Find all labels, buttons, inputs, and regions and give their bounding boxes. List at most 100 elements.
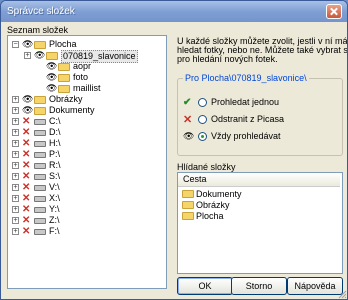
- tree-row[interactable]: + 👁 Dokumenty: [8, 105, 164, 116]
- radio-scan-once[interactable]: [198, 98, 207, 107]
- expand-icon[interactable]: +: [12, 228, 19, 235]
- x-icon: ✕: [22, 226, 31, 237]
- option-scan-once-label: Prohledat jednou: [211, 97, 280, 107]
- tree-row[interactable]: + ✕ R:\: [8, 160, 164, 171]
- expand-icon[interactable]: +: [12, 140, 19, 147]
- tree-row[interactable]: + ✕ Z:\: [8, 215, 164, 226]
- path-column-header[interactable]: Cesta: [178, 173, 340, 187]
- x-icon: ✕: [22, 182, 31, 193]
- radio-remove[interactable]: [198, 115, 207, 124]
- tree-item-label: Dokumenty: [49, 105, 95, 115]
- tree-row[interactable]: + 👁 Obrázky: [8, 94, 164, 105]
- x-icon: ✕: [22, 138, 31, 149]
- drive-icon: [34, 185, 46, 191]
- close-button[interactable]: [326, 4, 342, 19]
- collapse-icon[interactable]: −: [12, 41, 19, 48]
- tree-item-label: Y:\: [49, 204, 60, 214]
- expand-icon[interactable]: +: [12, 129, 19, 136]
- list-item[interactable]: Plocha: [182, 211, 332, 222]
- expand-icon[interactable]: +: [12, 107, 19, 114]
- expand-icon[interactable]: +: [12, 206, 19, 213]
- tree-row[interactable]: 👁 aopr: [8, 61, 164, 72]
- list-item-label: Plocha: [196, 211, 224, 221]
- eye-icon: 👁: [46, 61, 58, 71]
- window-title: Správce složek: [7, 6, 75, 17]
- expand-icon[interactable]: +: [12, 162, 19, 169]
- checkmark-icon: ✔: [183, 97, 192, 108]
- tree-item-label: C:\: [49, 116, 61, 126]
- tree-item-label: H:\: [49, 138, 61, 148]
- tree-item-label: D:\: [49, 127, 61, 137]
- expand-icon[interactable]: +: [12, 118, 19, 125]
- watched-folders-list[interactable]: Cesta Dokumenty Obrázky Plocha: [177, 172, 343, 274]
- folder-icon: [182, 201, 194, 209]
- x-icon: ✕: [22, 171, 31, 182]
- expand-icon[interactable]: +: [24, 52, 31, 59]
- expand-icon[interactable]: +: [12, 184, 19, 191]
- x-icon: ✕: [22, 160, 31, 171]
- tree-item-label: Z:\: [49, 215, 60, 225]
- list-item-label: Dokumenty: [196, 189, 242, 199]
- x-icon: ✕: [183, 114, 193, 126]
- help-button[interactable]: Nápověda: [287, 277, 343, 295]
- list-item[interactable]: Dokumenty: [182, 189, 332, 200]
- drive-icon: [34, 207, 46, 213]
- folder-icon: [182, 190, 194, 198]
- drive-icon: [34, 174, 46, 180]
- tree-row[interactable]: 👁 maillist: [8, 83, 164, 94]
- cancel-button[interactable]: Storno: [231, 277, 287, 295]
- eye-icon: 👁: [34, 50, 46, 60]
- tree-row[interactable]: − 👁 Plocha: [8, 39, 164, 50]
- tree-item-label: P:\: [49, 149, 61, 159]
- tree-row[interactable]: + 👁 070819_slavonice: [8, 50, 164, 63]
- tree-row[interactable]: + ✕ X:\: [8, 193, 164, 204]
- eye-icon: 👁: [46, 72, 58, 82]
- expand-icon[interactable]: +: [12, 217, 19, 224]
- x-icon: ✕: [22, 215, 31, 226]
- tree-item-label: Obrázky: [49, 94, 83, 104]
- expand-icon[interactable]: +: [12, 96, 19, 103]
- folder-icon: [58, 74, 70, 82]
- x-icon: ✕: [22, 116, 31, 127]
- list-item[interactable]: Obrázky: [182, 200, 332, 211]
- option-always-scan[interactable]: 👁 Vždy prohledávat: [183, 131, 333, 143]
- eye-icon: 👁: [22, 105, 34, 115]
- tree-row[interactable]: + ✕ P:\: [8, 149, 164, 160]
- drive-icon: [34, 163, 46, 169]
- folder-tree[interactable]: − 👁 Plocha + 👁 070819_slavonice 👁 aopr 👁 foto 👁 mai…: [7, 35, 167, 289]
- tree-row[interactable]: + ✕ F:\: [8, 226, 164, 237]
- expand-icon[interactable]: +: [12, 195, 19, 202]
- watched-folders-label: Hlídané složky: [177, 162, 236, 172]
- ok-button[interactable]: OK: [177, 277, 233, 295]
- tree-item-label: S:\: [49, 171, 61, 181]
- title-bar: Správce složek: [1, 1, 347, 22]
- eye-icon: 👁: [183, 131, 195, 141]
- tree-row[interactable]: + ✕ V:\: [8, 182, 164, 193]
- x-icon: ✕: [22, 127, 31, 138]
- folder-icon: [34, 41, 46, 49]
- tree-row[interactable]: + ✕ C:\: [8, 116, 164, 127]
- expand-icon[interactable]: +: [12, 173, 19, 180]
- tree-row[interactable]: + ✕ Y:\: [8, 204, 164, 215]
- tree-item-label: maillist: [73, 83, 101, 93]
- path-column-label: Cesta: [183, 174, 207, 184]
- option-remove[interactable]: ✕ Odstranit z Picasa: [183, 114, 333, 126]
- x-icon: ✕: [22, 193, 31, 204]
- drive-icon: [34, 218, 46, 224]
- drive-icon: [34, 152, 46, 158]
- eye-icon: 👁: [46, 83, 58, 93]
- folder-icon: [182, 212, 194, 220]
- x-icon: ✕: [22, 204, 31, 215]
- expand-icon[interactable]: +: [12, 151, 19, 158]
- eye-icon: 👁: [22, 39, 34, 49]
- list-item-label: Obrázky: [196, 200, 230, 210]
- radio-always-scan[interactable]: [198, 132, 207, 141]
- resize-grip-icon[interactable]: [337, 289, 347, 299]
- option-scan-once[interactable]: ✔ Prohledat jednou: [183, 97, 333, 109]
- tree-row[interactable]: 👁 foto: [8, 72, 164, 83]
- tree-row[interactable]: + ✕ H:\: [8, 138, 164, 149]
- drive-icon: [34, 119, 46, 125]
- tree-item-label: V:\: [49, 182, 60, 192]
- tree-row[interactable]: + ✕ D:\: [8, 127, 164, 138]
- tree-row[interactable]: + ✕ S:\: [8, 171, 164, 182]
